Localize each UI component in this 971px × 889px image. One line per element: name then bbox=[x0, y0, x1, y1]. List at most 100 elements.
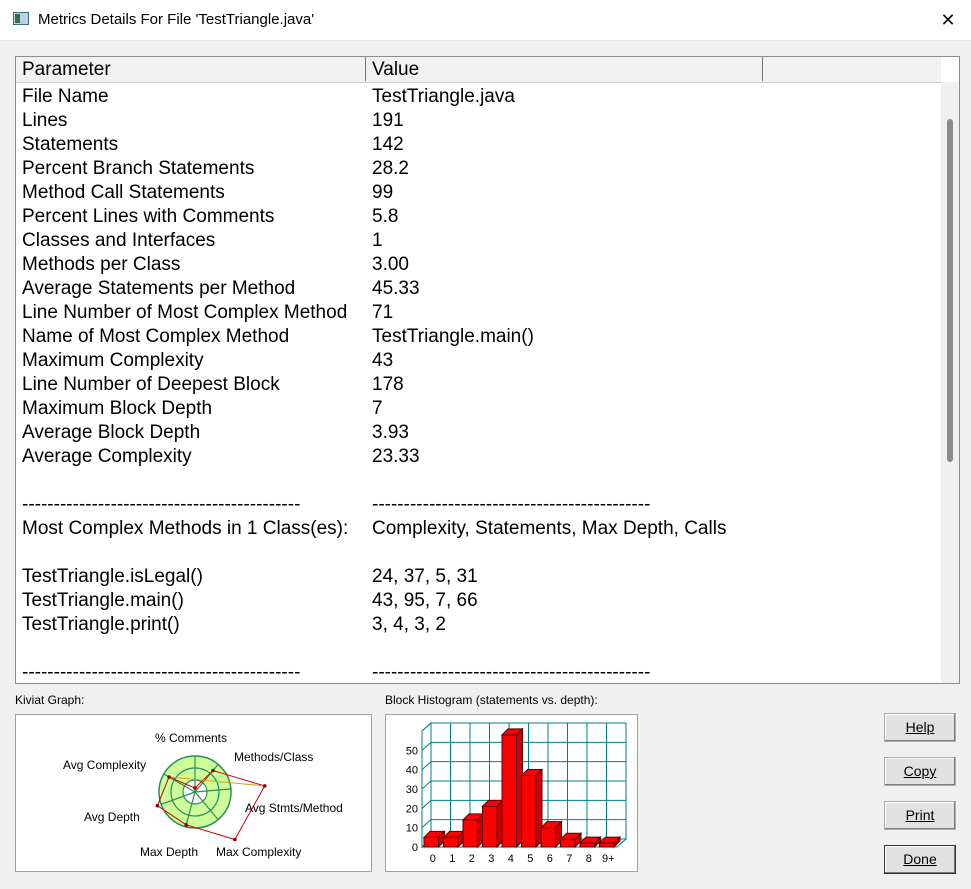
kiviat-point bbox=[193, 786, 197, 790]
close-button[interactable]: ✕ bbox=[925, 0, 971, 40]
help-button[interactable]: Help bbox=[884, 713, 956, 742]
value-cell: 3, 4, 3, 2 bbox=[372, 614, 446, 635]
title-bar: Metrics Details For File 'TestTriangle.j… bbox=[0, 0, 971, 41]
x-tick-label: 4 bbox=[508, 853, 514, 865]
kiviat-axis-methods-per-class: Methods/Class bbox=[234, 750, 313, 764]
parameter-cell: Statements bbox=[22, 134, 119, 155]
x-tick-label: 3 bbox=[488, 853, 494, 865]
value-cell: 7 bbox=[372, 398, 383, 419]
parameter-cell: Method Call Statements bbox=[22, 182, 225, 203]
histogram-bar bbox=[560, 838, 576, 848]
y-tick-label: 30 bbox=[406, 784, 418, 796]
histogram-bar bbox=[599, 842, 615, 848]
histogram-bar bbox=[501, 734, 517, 848]
x-tick-label: 2 bbox=[469, 853, 475, 865]
histogram-bar bbox=[423, 836, 439, 848]
print-button-label: Print bbox=[905, 807, 935, 823]
parameter-cell: Classes and Interfaces bbox=[22, 230, 216, 251]
histogram-svg: 50 40 30 20 10 00 1 2 3 4 5 6 7 8 9+ bbox=[406, 721, 628, 865]
value-cell: 3.93 bbox=[372, 422, 409, 443]
kiviat-axis-comments: % Comments bbox=[155, 731, 227, 745]
block-histogram: 50 40 30 20 10 0 0 1 2 3 4 5 6 7 8 9+ bbox=[385, 714, 638, 872]
parameter-cell: TestTriangle.isLegal() bbox=[22, 566, 203, 587]
x-tick-label: 7 bbox=[566, 853, 572, 865]
kiviat-point bbox=[262, 784, 267, 788]
value-cell: 45.33 bbox=[372, 278, 420, 299]
parameter-cell: Most Complex Methods in 1 Class(es): bbox=[22, 518, 349, 539]
y-tick-label: 40 bbox=[406, 765, 418, 777]
parameter-cell: Average Block Depth bbox=[22, 422, 201, 443]
kiviat-point bbox=[233, 837, 237, 842]
value-cell: 28.2 bbox=[372, 158, 409, 179]
value-cell: ----------------------------------------… bbox=[372, 494, 651, 515]
parameter-cell: ----------------------------------------… bbox=[22, 662, 301, 683]
parameter-cell: Methods per Class bbox=[22, 254, 181, 275]
copy-button[interactable]: Copy bbox=[884, 757, 956, 786]
kiviat-axis-max-complexity: Max Complexity bbox=[216, 845, 301, 859]
kiviat-graph: % Comments Methods/Class Avg Stmts/Metho… bbox=[15, 714, 372, 872]
value-cell: 142 bbox=[372, 134, 404, 155]
done-button[interactable]: Done bbox=[884, 845, 956, 874]
vertical-scrollbar[interactable] bbox=[941, 82, 959, 683]
value-cell: 178 bbox=[372, 374, 404, 395]
app-icon bbox=[13, 12, 29, 25]
print-button[interactable]: Print bbox=[884, 801, 956, 830]
value-cell: 1 bbox=[372, 230, 383, 251]
column-header-value[interactable]: Value bbox=[366, 57, 763, 81]
value-cell: 43, 95, 7, 66 bbox=[372, 590, 478, 611]
y-tick-label: 20 bbox=[406, 803, 418, 815]
histogram-label: Block Histogram (statements vs. depth): bbox=[385, 693, 598, 707]
kiviat-svg: % Comments Methods/Class Avg Stmts/Metho… bbox=[63, 731, 343, 859]
y-tick-label: 10 bbox=[406, 823, 418, 835]
parameter-cell: Line Number of Most Complex Method bbox=[22, 302, 348, 323]
histogram-bar bbox=[521, 774, 537, 848]
value-cell: Complexity, Statements, Max Depth, Calls bbox=[372, 518, 727, 539]
histogram-bar bbox=[579, 842, 595, 848]
x-tick-label: 5 bbox=[527, 853, 533, 865]
parameter-cell: Average Complexity bbox=[22, 446, 192, 467]
metrics-table[interactable]: Parameter Value File Name TestTriangle.ja… bbox=[15, 56, 960, 684]
value-cell: 24, 37, 5, 31 bbox=[372, 566, 478, 587]
kiviat-point bbox=[155, 803, 160, 808]
column-header-parameter[interactable]: Parameter bbox=[16, 57, 366, 81]
value-cell: 43 bbox=[372, 350, 394, 371]
histogram-bar bbox=[482, 805, 498, 848]
x-tick-label: 1 bbox=[449, 853, 455, 865]
x-tick-label: 6 bbox=[547, 853, 553, 865]
value-cell: TestTriangle.java bbox=[372, 86, 515, 107]
parameter-cell: TestTriangle.main() bbox=[22, 590, 184, 611]
parameter-cell: File Name bbox=[22, 86, 109, 107]
parameter-cell: Name of Most Complex Method bbox=[22, 326, 290, 347]
kiviat-axis-max-depth: Max Depth bbox=[140, 845, 198, 859]
parameter-cell: Percent Branch Statements bbox=[22, 158, 255, 179]
copy-button-label: Copy bbox=[903, 763, 937, 779]
value-cell: 5.8 bbox=[372, 206, 399, 227]
histogram-bar bbox=[443, 836, 459, 848]
value-cell: 3.00 bbox=[372, 254, 409, 275]
parameter-cell: Percent Lines with Comments bbox=[22, 206, 275, 227]
x-tick-label: 9+ bbox=[602, 853, 615, 865]
window-title: Metrics Details For File 'TestTriangle.j… bbox=[38, 11, 315, 28]
value-cell: 23.33 bbox=[372, 446, 420, 467]
histogram-bar bbox=[462, 819, 478, 848]
close-icon: ✕ bbox=[940, 10, 956, 30]
kiviat-axis-avg-stmts: Avg Stmts/Method bbox=[245, 801, 343, 815]
kiviat-axis-avg-depth: Avg Depth bbox=[84, 810, 140, 824]
y-tick-label: 50 bbox=[406, 745, 418, 757]
table-header: Parameter Value bbox=[16, 57, 941, 83]
parameter-cell: TestTriangle.print() bbox=[22, 614, 180, 635]
value-cell: 191 bbox=[372, 110, 404, 131]
parameter-cell: Maximum Complexity bbox=[22, 350, 204, 371]
kiviat-point bbox=[184, 823, 189, 827]
x-tick-label: 0 bbox=[430, 853, 436, 865]
x-tick-label: 8 bbox=[586, 853, 592, 865]
kiviat-point bbox=[211, 768, 215, 773]
help-button-label: Help bbox=[905, 719, 935, 735]
kiviat-label: Kiviat Graph: bbox=[15, 693, 85, 707]
y-tick-label: 0 bbox=[412, 842, 418, 854]
value-cell: 71 bbox=[372, 302, 394, 323]
done-button-label: Done bbox=[903, 851, 937, 867]
kiviat-point bbox=[167, 775, 171, 779]
scrollbar-thumb[interactable] bbox=[947, 119, 953, 462]
parameter-cell: Average Statements per Method bbox=[22, 278, 296, 299]
